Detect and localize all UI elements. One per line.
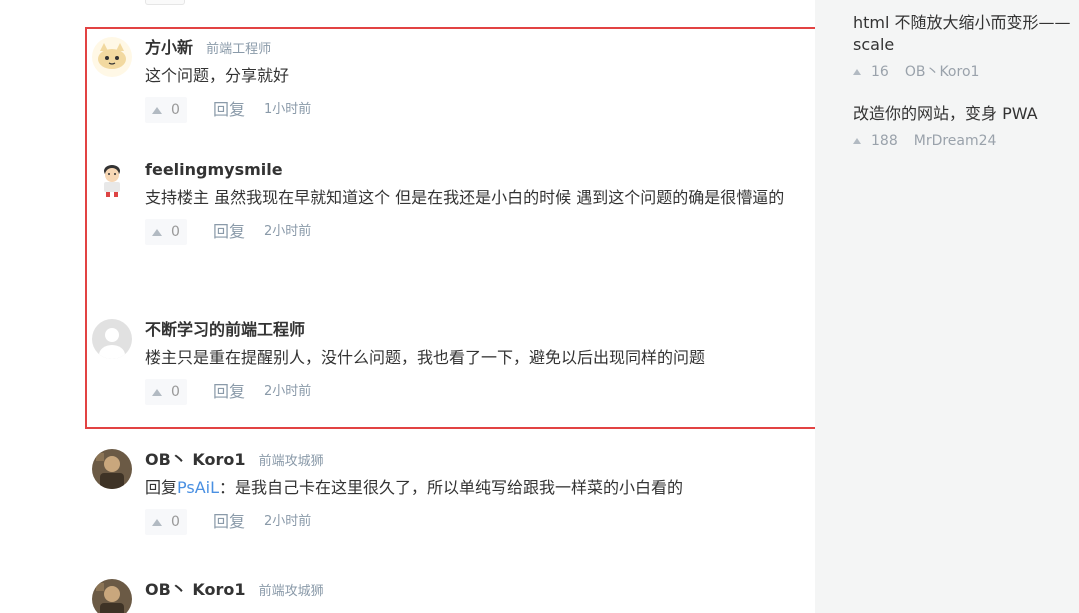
comment-actions: 0 回复 2小时前 (145, 509, 785, 535)
related-article-likes: 188 (871, 133, 898, 149)
comment-body: 不断学习的前端工程师 楼主只是重在提醒别人，没什么问题，我也看了一下，避免以后出… (145, 319, 785, 405)
comment-body: OB丶 Koro1 前端攻城狮 (145, 579, 785, 601)
reply-button[interactable]: 回复 (213, 379, 245, 405)
cartoon-cat-avatar-icon[interactable] (92, 37, 132, 77)
comment-author[interactable]: OB丶 Koro1 (145, 580, 246, 599)
comment-body: 方小新 前端工程师 这个问题，分享就好 0 回复 1小时前 (145, 37, 785, 123)
photo-avatar-icon[interactable] (92, 449, 132, 489)
related-article[interactable]: 改造你的网站，变身 PWA 188 MrDream24 (853, 103, 1079, 151)
comment-actions: 0 回复 1小时前 (145, 97, 785, 123)
comment-text: 这个问题，分享就好 (145, 66, 290, 85)
thumb-up-icon (853, 138, 861, 144)
related-article-likes: 16 (871, 64, 889, 80)
comment-author-title: 前端攻城狮 (258, 584, 324, 599)
thumb-up-icon (853, 69, 861, 75)
thumb-up-icon (152, 388, 162, 396)
cartoon-boy-avatar-icon[interactable] (92, 159, 132, 199)
related-article-author[interactable]: MrDream24 (914, 131, 997, 151)
reply-button[interactable]: 回复 (213, 219, 245, 245)
related-article-author[interactable]: OB丶Koro1 (905, 62, 980, 82)
related-article-title[interactable]: html 不随放大缩小而变形——scale (853, 12, 1079, 56)
reply-prefix: 回复 (145, 478, 178, 497)
comment-body: OB丶 Koro1 前端攻城狮 回复PsAiL：是我自己卡在这里很久了，所以单纯… (145, 449, 785, 535)
comment-author-title: 前端攻城狮 (258, 454, 324, 469)
comment-author[interactable]: 方小新 (145, 38, 193, 57)
related-article-meta: 16 OB丶Koro1 (853, 62, 1079, 82)
reply-button[interactable]: 回复 (213, 509, 245, 535)
comment-author[interactable]: 不断学习的前端工程师 (145, 320, 305, 339)
like-count: 0 (171, 514, 180, 530)
comment-body: feelingmysmile 支持楼主 虽然我现在早就知道这个 但是在我还是小白… (145, 159, 785, 245)
like-count: 0 (171, 224, 180, 240)
like-count: 0 (171, 384, 180, 400)
like-button[interactable]: 0 (145, 379, 187, 405)
like-count: 0 (171, 102, 180, 118)
related-article[interactable]: html 不随放大缩小而变形——scale 16 OB丶Koro1 (853, 12, 1079, 82)
comment-time: 1小时前 (264, 102, 312, 117)
comment-time: 2小时前 (264, 514, 312, 529)
related-article-meta: 188 MrDream24 (853, 131, 1079, 151)
comment-text: 回复PsAiL：是我自己卡在这里很久了，所以单纯写给跟我一样菜的小白看的 (145, 473, 785, 503)
comment-header: 方小新 前端工程师 (145, 37, 785, 59)
comment-header: OB丶 Koro1 前端攻城狮 (145, 579, 785, 601)
photo-avatar-icon[interactable] (92, 579, 132, 613)
comment-author-title: 前端工程师 (206, 42, 272, 57)
comment-time: 2小时前 (264, 224, 312, 239)
thumb-up-icon (152, 228, 162, 236)
comment-header: feelingmysmile (145, 159, 785, 181)
comment-text: 支持楼主 虽然我现在早就知道这个 但是在我还是小白的时候 遇到这个问题的确是很懵… (145, 188, 785, 207)
comment-actions: 0 回复 2小时前 (145, 219, 785, 245)
comment-author[interactable]: feelingmysmile (145, 160, 283, 179)
comment-author[interactable]: OB丶 Koro1 (145, 450, 246, 469)
mention-link[interactable]: PsAiL (177, 478, 219, 497)
page: 方小新 前端工程师 这个问题，分享就好 0 回复 1小时前 feelingmys… (0, 0, 1079, 613)
comment-actions: 0 回复 2小时前 (145, 379, 785, 405)
reply-button[interactable]: 回复 (213, 97, 245, 123)
like-button[interactable]: 0 (145, 219, 187, 245)
comment-header: OB丶 Koro1 前端攻城狮 (145, 449, 785, 471)
comment-header: 不断学习的前端工程师 (145, 319, 785, 341)
comment-section: 方小新 前端工程师 这个问题，分享就好 0 回复 1小时前 feelingmys… (0, 0, 853, 613)
comment-time: 2小时前 (264, 384, 312, 399)
thumb-up-icon (152, 106, 162, 114)
related-article-title[interactable]: 改造你的网站，变身 PWA (853, 103, 1079, 125)
default-user-avatar-icon[interactable] (92, 319, 132, 359)
like-button[interactable]: 0 (145, 97, 187, 123)
thumb-up-icon (152, 518, 162, 526)
like-button[interactable]: 0 (145, 509, 187, 535)
related-articles-sidebar: html 不随放大缩小而变形——scale 16 OB丶Koro1 改造你的网站… (815, 0, 1079, 613)
reply-text: ：是我自己卡在这里很久了，所以单纯写给跟我一样菜的小白看的 (219, 478, 684, 497)
comment-text: 楼主只是重在提醒别人，没什么问题，我也看了一下，避免以后出现同样的问题 (145, 348, 706, 367)
previous-action-stub (145, 0, 185, 5)
